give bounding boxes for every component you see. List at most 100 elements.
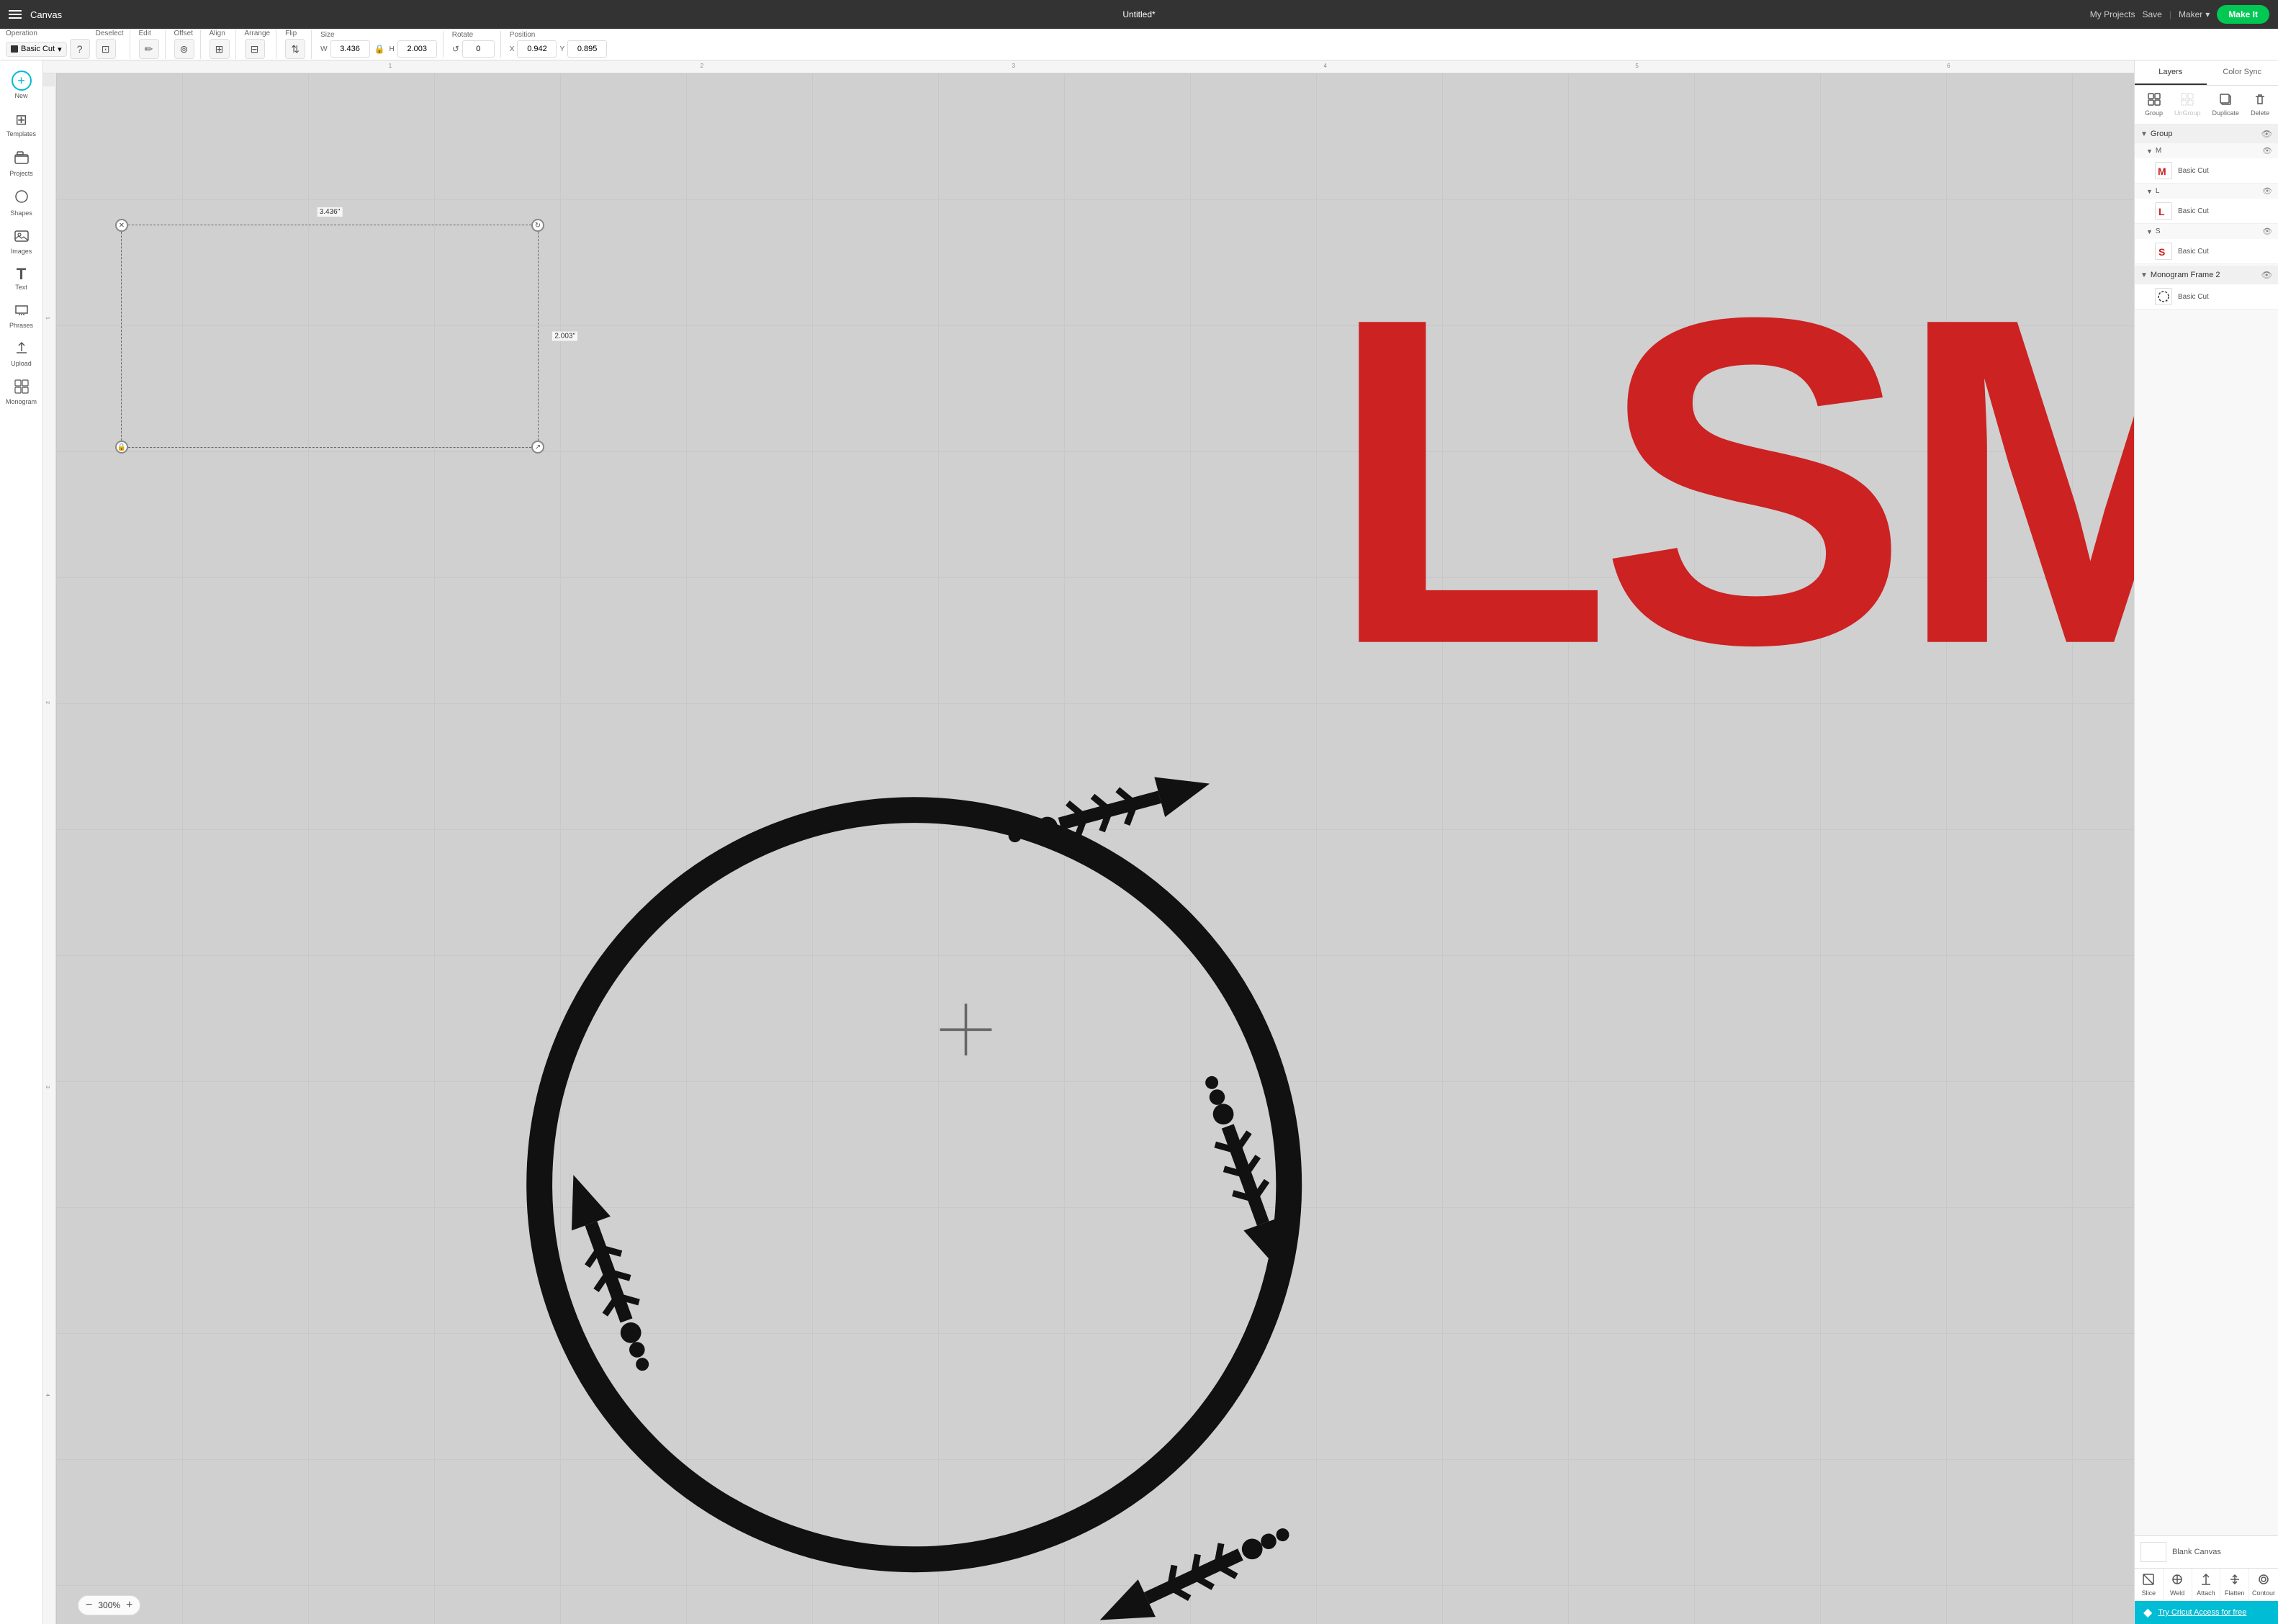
sidebar-upload-label: Upload bbox=[11, 360, 32, 367]
delete-label: Delete bbox=[2251, 109, 2269, 117]
operation-help-btn[interactable]: ? bbox=[70, 39, 90, 59]
layer-item-s-cut[interactable]: S Basic Cut bbox=[2135, 239, 2278, 264]
nav-right: My Projects Save | Maker ▾ Make It bbox=[2090, 5, 2269, 24]
zoom-value: 300% bbox=[98, 1600, 120, 1610]
group-label: Group bbox=[2145, 109, 2163, 117]
pos-x-input[interactable] bbox=[517, 40, 557, 58]
group-visibility[interactable]: 👁 bbox=[2261, 129, 2272, 139]
cricut-banner-text: Try Cricut Access for free bbox=[2158, 1608, 2269, 1617]
sidebar-item-text[interactable]: T Text bbox=[3, 262, 40, 295]
layer-group-frame: ▼ Monogram Frame 2 👁 Basic Cut bbox=[2135, 266, 2278, 310]
layer-thumb-m: M bbox=[2155, 162, 2172, 179]
sidebar-shapes-label: Shapes bbox=[10, 209, 32, 217]
sub-group-s[interactable]: ▼ S 👁 bbox=[2135, 224, 2278, 239]
dimension-height: 2.003" bbox=[552, 332, 577, 341]
bottom-actions: Slice Weld Attach Flatten bbox=[2135, 1568, 2278, 1601]
hamburger-menu[interactable] bbox=[9, 10, 22, 19]
flatten-label: Flatten bbox=[2225, 1589, 2245, 1597]
blank-canvas-area: Blank Canvas bbox=[2135, 1535, 2278, 1568]
contour-action[interactable]: Contour bbox=[2249, 1569, 2278, 1601]
sidebar-item-new[interactable]: + New bbox=[3, 66, 40, 104]
document-title: Untitled* bbox=[1122, 9, 1155, 19]
group-header[interactable]: ▼ Group 👁 bbox=[2135, 125, 2278, 143]
attach-action[interactable]: Attach bbox=[2192, 1569, 2221, 1601]
save-link[interactable]: Save bbox=[2142, 9, 2161, 19]
rotate-input[interactable] bbox=[462, 40, 495, 58]
pos-y-input[interactable] bbox=[567, 40, 607, 58]
selection-box[interactable]: ✕ ↻ 🔒 ↗ 3.436" 2.003" bbox=[121, 225, 539, 448]
zoom-in-btn[interactable]: + bbox=[126, 1599, 132, 1612]
ungroup-label: UnGroup bbox=[2174, 109, 2201, 117]
layer-item-label-frame: Basic Cut bbox=[2178, 293, 2272, 301]
sub-group-l[interactable]: ▼ L 👁 bbox=[2135, 184, 2278, 199]
zoom-out-btn[interactable]: − bbox=[86, 1599, 92, 1612]
layer-item-frame-cut[interactable]: Basic Cut bbox=[2135, 284, 2278, 310]
svg-text:L: L bbox=[2158, 206, 2165, 217]
toolbar-rotate-group: Rotate ↺ bbox=[452, 31, 501, 58]
layer-item-label-s: Basic Cut bbox=[2178, 248, 2272, 256]
operation-group: Operation Basic Cut ▾ ? bbox=[6, 30, 90, 59]
slice-action[interactable]: Slice bbox=[2135, 1569, 2164, 1601]
frame-group-name: Monogram Frame 2 bbox=[2151, 271, 2259, 279]
group-name: Group bbox=[2151, 130, 2259, 138]
blank-canvas-thumbnail bbox=[2140, 1542, 2166, 1562]
zoom-controls: − 300% + bbox=[78, 1595, 140, 1615]
delete-action[interactable]: Delete bbox=[2246, 90, 2274, 119]
phrases-icon bbox=[14, 302, 30, 320]
layer-thumb-s: S bbox=[2155, 243, 2172, 260]
ungroup-action[interactable]: UnGroup bbox=[2170, 90, 2205, 119]
frame-group-header[interactable]: ▼ Monogram Frame 2 👁 bbox=[2135, 266, 2278, 284]
handle-close[interactable]: ✕ bbox=[115, 219, 128, 232]
maker-selector[interactable]: Maker ▾ bbox=[2179, 9, 2210, 19]
contour-label: Contour bbox=[2252, 1589, 2275, 1597]
layer-toolbar: Group UnGroup Duplicate Delete bbox=[2135, 86, 2278, 125]
tab-color-sync[interactable]: Color Sync bbox=[2207, 60, 2278, 85]
cricut-banner: ◆ Try Cricut Access for free bbox=[2135, 1601, 2278, 1624]
edit-btn[interactable]: ✏ bbox=[139, 39, 159, 59]
sidebar-item-upload[interactable]: Upload bbox=[3, 336, 40, 371]
flatten-action[interactable]: Flatten bbox=[2220, 1569, 2249, 1601]
handle-rotate[interactable]: ↻ bbox=[531, 219, 544, 232]
layer-thumb-l: L bbox=[2155, 202, 2172, 220]
nav-left: Canvas bbox=[9, 9, 62, 20]
canvas-area: 1 2 3 4 5 6 1 2 3 4 bbox=[43, 60, 2134, 1624]
sidebar-images-label: Images bbox=[11, 248, 32, 255]
make-it-button[interactable]: Make It bbox=[2217, 5, 2269, 24]
handle-resize[interactable]: ↗ bbox=[531, 441, 544, 454]
toolbar-edit-group: Edit ✏ bbox=[139, 30, 166, 59]
arrange-btn[interactable]: ⊟ bbox=[245, 39, 265, 59]
sidebar-item-templates[interactable]: ⊞ Templates bbox=[3, 107, 40, 142]
images-icon bbox=[14, 228, 30, 246]
right-panel: Layers Color Sync Group UnGroup bbox=[2134, 60, 2278, 1624]
toolbar-arrange-group: Arrange ⊟ bbox=[245, 30, 277, 59]
width-input[interactable] bbox=[330, 40, 370, 58]
sub-group-m[interactable]: ▼ M 👁 bbox=[2135, 143, 2278, 158]
canvas-content[interactable]: ✕ ↻ 🔒 ↗ 3.436" 2.003" bbox=[56, 73, 2134, 1624]
sidebar-item-projects[interactable]: Projects bbox=[3, 145, 40, 181]
sidebar-item-phrases[interactable]: Phrases bbox=[3, 298, 40, 333]
monogram-icon bbox=[14, 379, 30, 397]
offset-btn[interactable]: ⊚ bbox=[174, 39, 194, 59]
top-navigation: Canvas Untitled* My Projects Save | Make… bbox=[0, 0, 2278, 29]
sidebar-item-monogram[interactable]: Monogram bbox=[3, 374, 40, 410]
tab-layers[interactable]: Layers bbox=[2135, 60, 2207, 85]
handle-lock[interactable]: 🔒 bbox=[115, 441, 128, 454]
layer-item-l-cut[interactable]: L Basic Cut bbox=[2135, 199, 2278, 224]
templates-icon: ⊞ bbox=[15, 111, 27, 129]
weld-action[interactable]: Weld bbox=[2164, 1569, 2192, 1601]
duplicate-action[interactable]: Duplicate bbox=[2208, 90, 2244, 119]
slice-icon bbox=[2142, 1573, 2155, 1588]
sidebar-item-images[interactable]: Images bbox=[3, 224, 40, 259]
toolbar-size-group: Size W 🔒 H bbox=[320, 31, 444, 58]
align-btn[interactable]: ⊞ bbox=[210, 39, 230, 59]
height-input[interactable] bbox=[397, 40, 437, 58]
sidebar-projects-label: Projects bbox=[9, 170, 33, 177]
flip-btn[interactable]: ⇅ bbox=[285, 39, 305, 59]
my-projects-link[interactable]: My Projects bbox=[2090, 9, 2135, 19]
sidebar-item-shapes[interactable]: Shapes bbox=[3, 184, 40, 221]
layer-item-m-cut[interactable]: M Basic Cut bbox=[2135, 158, 2278, 184]
deselect-btn[interactable]: ⊡ bbox=[96, 39, 116, 59]
operation-select[interactable]: Basic Cut ▾ bbox=[6, 42, 67, 57]
group-action[interactable]: Group bbox=[2140, 90, 2167, 119]
ruler-vertical: 1 2 3 4 bbox=[43, 86, 56, 1624]
